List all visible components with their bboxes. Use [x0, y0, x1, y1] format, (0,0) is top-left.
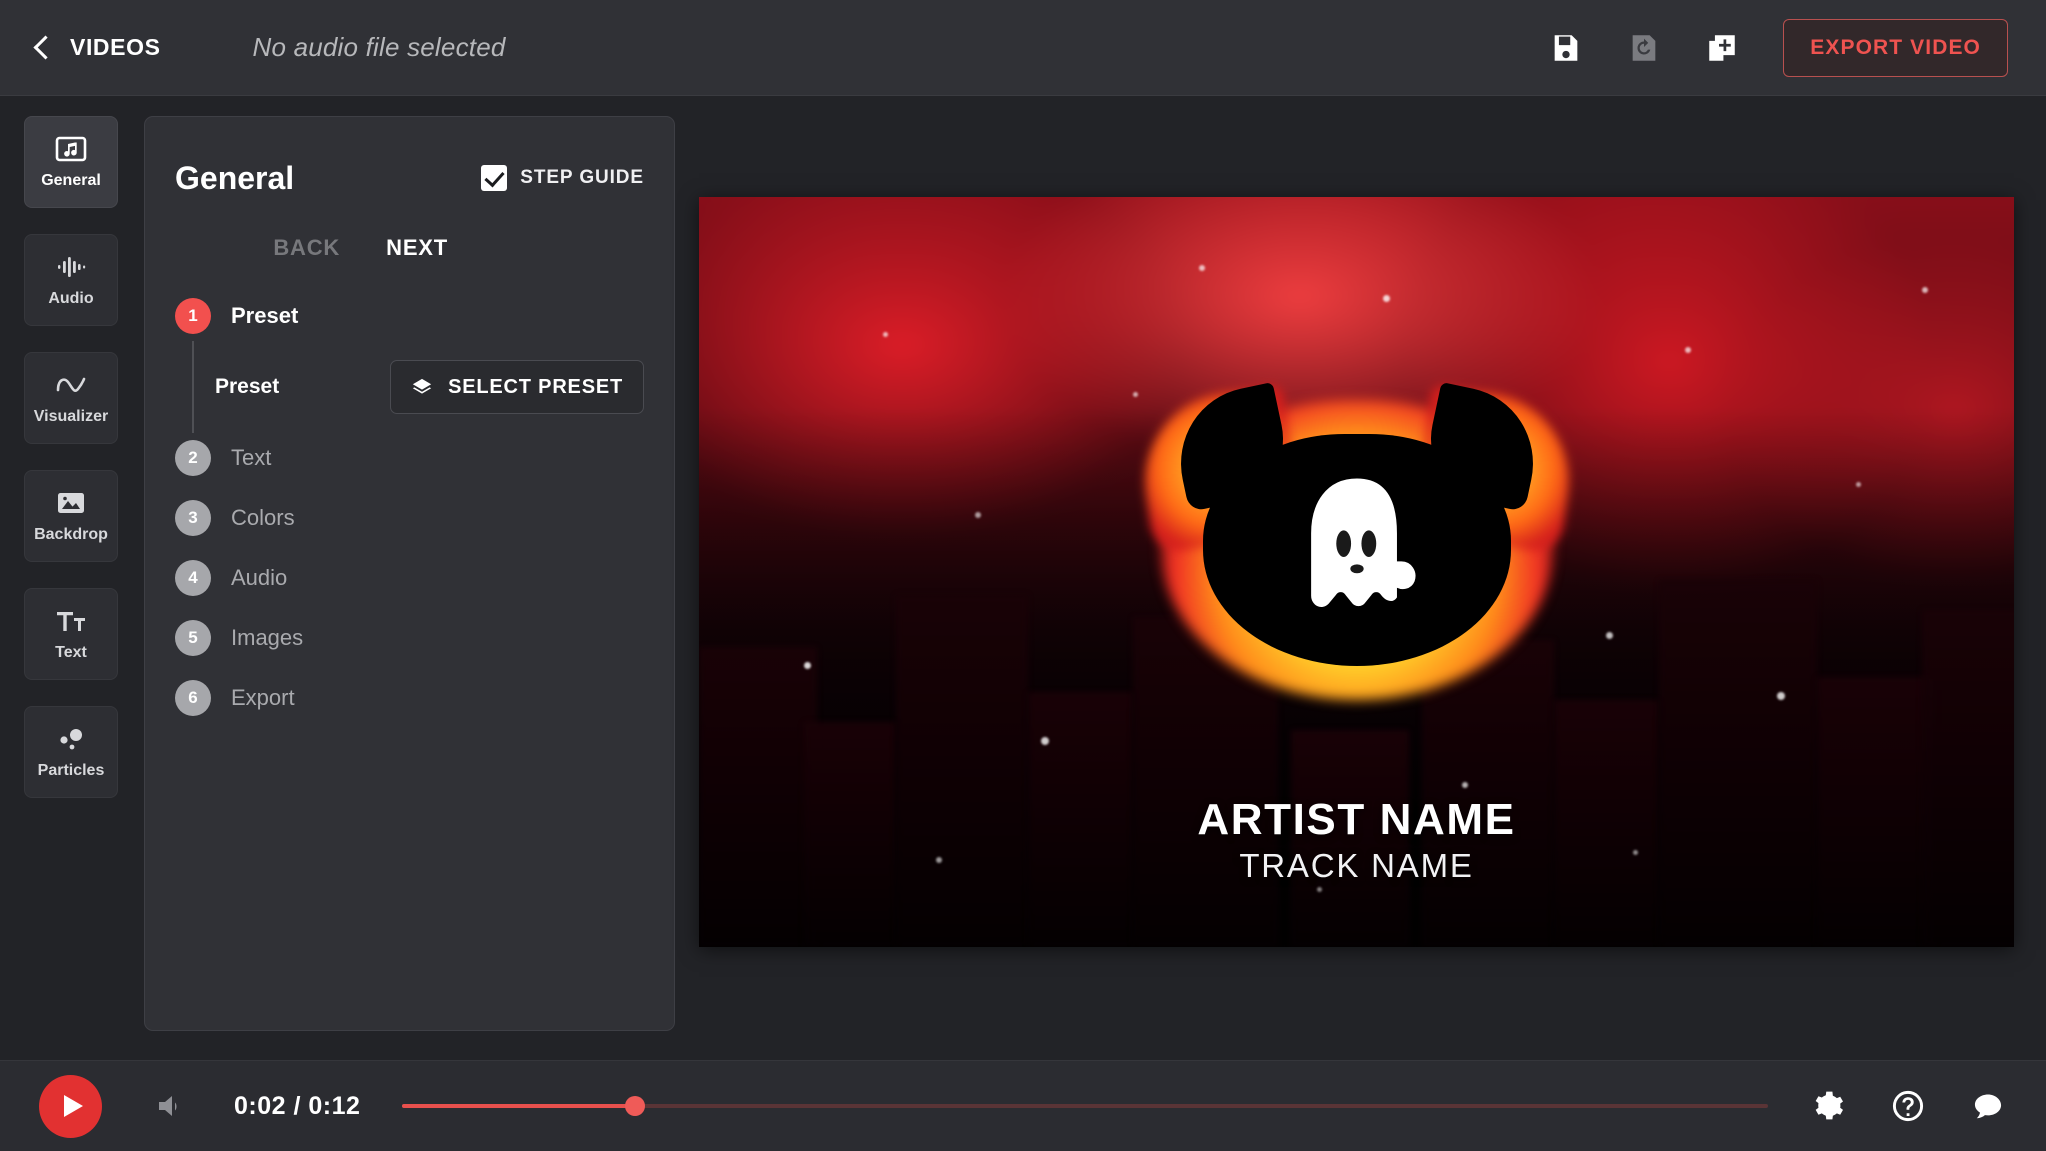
save-icon[interactable]: [1549, 31, 1583, 65]
step-number-badge: 2: [175, 440, 211, 476]
sidebar-item-label: Text: [55, 644, 87, 661]
duplicate-add-icon[interactable]: [1705, 31, 1739, 65]
next-button[interactable]: NEXT: [386, 235, 448, 261]
step-number-badge: 4: [175, 560, 211, 596]
step-number-badge: 1: [175, 298, 211, 334]
waveform-icon: [58, 257, 86, 277]
sidebar-item-visualizer[interactable]: Visualizer: [24, 352, 118, 444]
settings-panel: General STEP GUIDE BACK NEXT 1 Preset Pr…: [144, 116, 675, 1031]
audio-status-text: No audio file selected: [252, 32, 506, 62]
particles-dots-icon: [60, 729, 82, 750]
app-root: VIDEOS No audio file selected EXPORT VID…: [0, 0, 2046, 1151]
play-icon: [63, 1095, 83, 1117]
play-button[interactable]: [39, 1074, 102, 1138]
wizard-steps: 1 Preset Preset SELECT PRESET 2 Text 3 C…: [175, 295, 644, 719]
video-preview-stage: ARTIST NAME TRACK NAME: [699, 197, 2014, 947]
wizard-step-images[interactable]: 5 Images: [175, 617, 644, 659]
select-preset-button[interactable]: SELECT PRESET: [390, 360, 644, 414]
video-preview[interactable]: ARTIST NAME TRACK NAME: [699, 197, 2014, 947]
top-bar-actions: EXPORT VIDEO: [1549, 18, 2008, 77]
wizard-step-text[interactable]: 2 Text: [175, 437, 644, 479]
step-label: Export: [231, 685, 295, 710]
step-label: Images: [231, 625, 304, 650]
sidebar-item-label: Backdrop: [34, 526, 108, 543]
volume-icon[interactable]: [154, 1091, 188, 1121]
artist-name-text: ARTIST NAME: [1197, 795, 1516, 845]
seek-thumb[interactable]: [624, 1096, 645, 1116]
ghost-icon: [1310, 478, 1415, 608]
top-bar: VIDEOS No audio file selected EXPORT VID…: [0, 0, 2046, 96]
sidebar-item-label: Visualizer: [33, 408, 109, 425]
step-number-badge: 6: [175, 680, 211, 716]
sidebar-item-label: General: [41, 172, 101, 189]
step-label: Text: [231, 445, 272, 470]
text-size-icon: [57, 612, 85, 631]
wizard-step-audio[interactable]: 4 Audio: [175, 557, 644, 599]
page-title: General: [175, 159, 295, 196]
back-button[interactable]: BACK: [273, 235, 340, 261]
chat-icon[interactable]: [1972, 1090, 2004, 1122]
visualizer-core: [1166, 381, 1547, 666]
player-actions: [1812, 1090, 2004, 1122]
step-guide-checkbox[interactable]: [481, 165, 508, 191]
step-number-badge: 5: [175, 620, 211, 656]
preview-text-overlay: ARTIST NAME TRACK NAME: [699, 795, 2014, 889]
preset-row: Preset SELECT PRESET: [175, 341, 644, 433]
step-label: Colors: [231, 505, 295, 530]
step-guide-label: STEP GUIDE: [520, 167, 644, 188]
wizard-step-preset[interactable]: 1 Preset: [175, 295, 644, 337]
layers-icon: [412, 378, 432, 394]
revert-icon[interactable]: [1627, 31, 1661, 65]
track-name-text: TRACK NAME: [1239, 847, 1474, 885]
export-video-button[interactable]: EXPORT VIDEO: [1783, 18, 2008, 77]
wizard-step-export[interactable]: 6 Export: [175, 677, 644, 719]
image-mountain-icon: [58, 493, 84, 513]
music-note-frame-icon: [55, 136, 87, 162]
sidebar-item-general[interactable]: General: [24, 116, 118, 208]
export-video-label: EXPORT VIDEO: [1810, 35, 1981, 59]
sidebar-item-text[interactable]: Text: [24, 588, 118, 680]
help-icon[interactable]: [1892, 1090, 1924, 1122]
step-number-badge: 3: [175, 500, 211, 536]
select-preset-label: SELECT PRESET: [448, 375, 623, 398]
player-bar: 0:02 / 0:12: [0, 1060, 2046, 1151]
sine-wave-icon: [56, 377, 86, 392]
videos-back-link[interactable]: VIDEOS: [70, 34, 161, 61]
sidebar-item-audio[interactable]: Audio: [24, 234, 118, 326]
audio-visualizer: [1132, 381, 1581, 715]
seek-bar[interactable]: [402, 1094, 1768, 1118]
step-label: Audio: [231, 565, 288, 590]
preset-field-label: Preset: [215, 375, 280, 398]
wizard-nav: BACK NEXT: [175, 235, 644, 261]
sidebar: General Audio Visualizer Backdrop Text P…: [0, 96, 142, 1060]
step-label: Preset: [231, 303, 299, 328]
sidebar-item-label: Audio: [48, 290, 94, 307]
chevron-left-icon[interactable]: [30, 35, 56, 61]
gear-icon[interactable]: [1812, 1090, 1844, 1122]
wizard-step-colors[interactable]: 3 Colors: [175, 497, 644, 539]
seek-fill: [402, 1104, 635, 1108]
step-guide-toggle[interactable]: STEP GUIDE: [481, 165, 644, 191]
time-display: 0:02 / 0:12: [234, 1091, 361, 1120]
sidebar-item-particles[interactable]: Particles: [24, 706, 118, 798]
sidebar-item-label: Particles: [37, 762, 105, 779]
panel-header: General STEP GUIDE: [175, 151, 644, 205]
sidebar-item-backdrop[interactable]: Backdrop: [24, 470, 118, 562]
